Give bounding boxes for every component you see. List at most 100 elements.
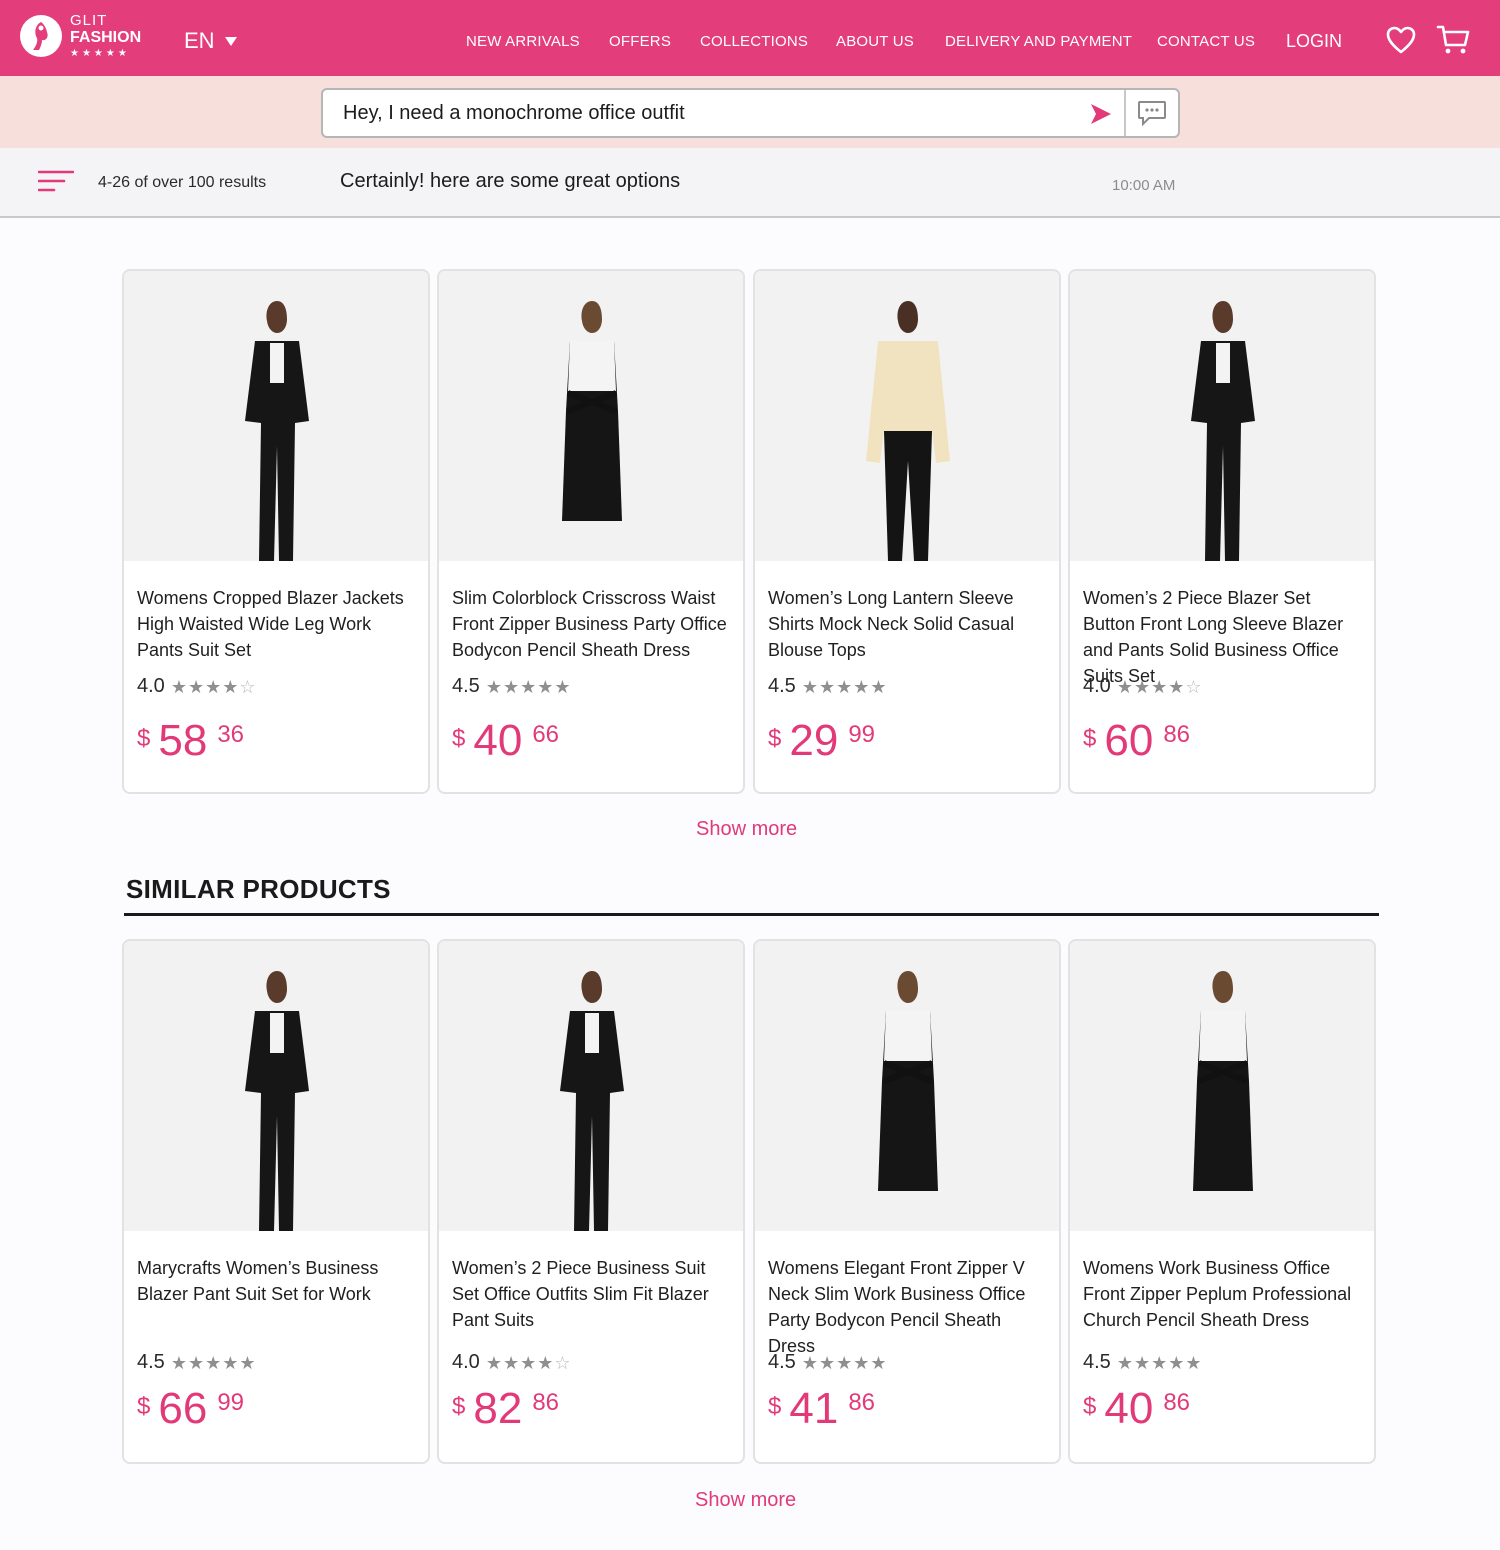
product-rating: 4.5 ★ ★ ★ ★ ★ bbox=[137, 1351, 256, 1374]
brand-name-line2: FASHION bbox=[70, 29, 142, 46]
rating-stars: ★ ★ ★ ★ ★ bbox=[802, 1354, 887, 1372]
language-label: EN bbox=[184, 28, 215, 53]
rating-value: 4.0 bbox=[452, 1351, 480, 1373]
price-whole: 60 bbox=[1104, 716, 1154, 765]
chat-input[interactable] bbox=[343, 90, 1083, 136]
product-title[interactable]: Womens Elegant Front Zipper V Neck Slim … bbox=[768, 1255, 1052, 1359]
rating-stars: ★ ★ ★ ★ ★ bbox=[486, 678, 571, 696]
price-whole: 40 bbox=[1104, 1384, 1154, 1433]
product-image[interactable] bbox=[124, 941, 428, 1231]
product-image[interactable] bbox=[1070, 941, 1374, 1231]
price-currency: $ bbox=[768, 725, 782, 752]
product-title[interactable]: Marycrafts Women’s Business Blazer Pant … bbox=[137, 1255, 421, 1307]
nav-new-arrivals[interactable]: NEW ARRIVALS bbox=[466, 33, 580, 50]
product-price: $82 86 bbox=[452, 1387, 559, 1431]
nav-offers[interactable]: OFFERS bbox=[609, 33, 671, 50]
price-whole: 29 bbox=[789, 716, 839, 765]
star-icon: ☆ bbox=[239, 676, 256, 697]
price-currency: $ bbox=[137, 1393, 151, 1420]
brand-stars: ★★★★★ bbox=[70, 48, 130, 59]
rating-value: 4.5 bbox=[768, 1351, 796, 1373]
price-cents: 86 bbox=[1163, 1389, 1191, 1416]
rating-stars: ★ ★ ★ ★ ★ bbox=[1117, 1354, 1202, 1372]
login-link[interactable]: LOGIN bbox=[1286, 31, 1342, 52]
product-price: $60 86 bbox=[1083, 719, 1190, 763]
product-card[interactable]: Womens Cropped Blazer Jackets High Waist… bbox=[122, 269, 430, 794]
rating-value: 4.0 bbox=[1083, 675, 1111, 697]
product-card[interactable]: Women’s 2 Piece Business Suit Set Office… bbox=[437, 939, 745, 1464]
section-divider bbox=[124, 913, 1379, 916]
filter-icon[interactable] bbox=[38, 169, 74, 193]
price-cents: 86 bbox=[848, 1389, 876, 1416]
product-image[interactable] bbox=[439, 941, 743, 1231]
star-icon: ★ bbox=[818, 1352, 836, 1373]
star-icon: ★ bbox=[1168, 1352, 1185, 1373]
product-title[interactable]: Womens Work Business Office Front Zipper… bbox=[1083, 1255, 1367, 1333]
product-card[interactable]: Slim Colorblock Crisscross Waist Front Z… bbox=[437, 269, 745, 794]
star-icon: ★ bbox=[1133, 1352, 1151, 1373]
chat-bubble-icon[interactable] bbox=[1137, 100, 1167, 126]
language-selector[interactable]: EN bbox=[184, 28, 237, 54]
product-title[interactable]: Women’s Long Lantern Sleeve Shirts Mock … bbox=[768, 585, 1052, 663]
rating-value: 4.5 bbox=[137, 1351, 165, 1373]
star-icon: ★ bbox=[222, 676, 239, 697]
nav-collections[interactable]: COLLECTIONS bbox=[700, 33, 808, 50]
price-currency: $ bbox=[452, 1393, 466, 1420]
product-rating: 4.5 ★ ★ ★ ★ ★ bbox=[1083, 1351, 1202, 1374]
results-count: 4-26 of over 100 results bbox=[98, 174, 267, 191]
price-cents: 86 bbox=[532, 1389, 560, 1416]
price-currency: $ bbox=[1083, 725, 1097, 752]
rating-stars: ★ ★ ★ ★ ★ bbox=[171, 1354, 256, 1372]
star-icon: ★ bbox=[537, 676, 554, 697]
product-image[interactable] bbox=[755, 271, 1059, 561]
rating-stars: ★ ★ ★ ★ ★ bbox=[802, 678, 887, 696]
brand-logo[interactable]: GLIT FASHION ★★★★★ bbox=[20, 13, 141, 59]
similar-show-more-link[interactable]: Show more bbox=[695, 1489, 796, 1512]
product-card[interactable]: Womens Work Business Office Front Zipper… bbox=[1068, 939, 1376, 1464]
cart-icon[interactable] bbox=[1436, 24, 1470, 56]
star-icon: ★ bbox=[1133, 676, 1151, 697]
reply-timestamp: 10:00 AM bbox=[1112, 177, 1176, 194]
star-icon: ★ bbox=[554, 676, 571, 697]
star-icon: ★ bbox=[537, 1352, 554, 1373]
product-title[interactable]: Womens Cropped Blazer Jackets High Waist… bbox=[137, 585, 421, 663]
star-icon: ★ bbox=[485, 676, 502, 697]
product-price: $41 86 bbox=[768, 1387, 875, 1431]
price-whole: 66 bbox=[158, 1384, 208, 1433]
send-icon[interactable] bbox=[1089, 102, 1113, 126]
product-title[interactable]: Women’s 2 Piece Blazer Set Button Front … bbox=[1083, 585, 1367, 689]
product-title[interactable]: Slim Colorblock Crisscross Waist Front Z… bbox=[452, 585, 736, 663]
star-icon: ★ bbox=[239, 1352, 256, 1373]
product-image[interactable] bbox=[439, 271, 743, 561]
product-image[interactable] bbox=[1070, 271, 1374, 561]
results-bar: 4-26 of over 100 results Certainly! here… bbox=[0, 148, 1500, 218]
product-card[interactable]: Women’s 2 Piece Blazer Set Button Front … bbox=[1068, 269, 1376, 794]
heart-icon[interactable] bbox=[1386, 26, 1416, 54]
rating-value: 4.5 bbox=[768, 675, 796, 697]
product-card[interactable]: Marycrafts Women’s Business Blazer Pant … bbox=[122, 939, 430, 1464]
product-image[interactable] bbox=[124, 271, 428, 561]
star-icon: ☆ bbox=[554, 1352, 571, 1373]
star-icon: ★ bbox=[170, 1352, 187, 1373]
chevron-down-icon bbox=[224, 36, 237, 46]
product-price: $66 99 bbox=[137, 1387, 244, 1431]
nav-contact-us[interactable]: CONTACT US bbox=[1157, 33, 1255, 50]
star-icon: ★ bbox=[222, 1352, 239, 1373]
product-title[interactable]: Women’s 2 Piece Business Suit Set Office… bbox=[452, 1255, 736, 1333]
star-icon: ★ bbox=[205, 1352, 222, 1373]
price-currency: $ bbox=[452, 725, 466, 752]
product-rating: 4.5 ★ ★ ★ ★ ★ bbox=[452, 675, 571, 698]
product-card[interactable]: Women’s Long Lantern Sleeve Shirts Mock … bbox=[753, 269, 1061, 794]
nav-about-us[interactable]: ABOUT US bbox=[836, 33, 914, 50]
star-icon: ★ bbox=[836, 1352, 853, 1373]
star-icon: ★ bbox=[1151, 676, 1168, 697]
product-image[interactable] bbox=[755, 941, 1059, 1231]
rating-stars: ★ ★ ★ ★ ☆ bbox=[1117, 678, 1202, 696]
show-more-link[interactable]: Show more bbox=[696, 818, 797, 841]
nav-delivery-and-payment[interactable]: DELIVERY AND PAYMENT bbox=[945, 33, 1132, 50]
price-whole: 40 bbox=[473, 716, 523, 765]
product-price: $58 36 bbox=[137, 719, 244, 763]
product-rating: 4.5 ★ ★ ★ ★ ★ bbox=[768, 675, 887, 698]
price-whole: 82 bbox=[473, 1384, 523, 1433]
product-card[interactable]: Womens Elegant Front Zipper V Neck Slim … bbox=[753, 939, 1061, 1464]
